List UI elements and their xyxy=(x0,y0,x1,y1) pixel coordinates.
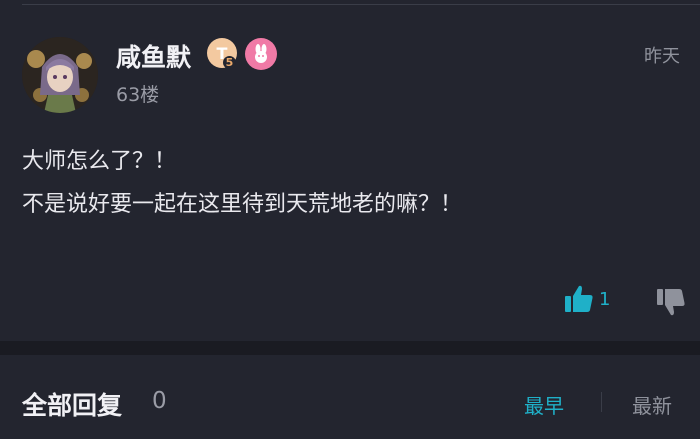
content-line: 大师怎么了？！ xyxy=(22,149,177,174)
thumbs-up-icon xyxy=(565,285,593,312)
like-count: 1 xyxy=(599,288,611,310)
floor-number: 63楼 xyxy=(116,84,160,106)
like-button[interactable]: 1 xyxy=(563,283,610,315)
post-time: 昨天 xyxy=(644,46,680,67)
section-divider xyxy=(0,341,700,355)
level-badge-icon: T 5 xyxy=(207,38,237,69)
sort-divider xyxy=(601,392,602,412)
dislike-button[interactable] xyxy=(655,286,687,322)
avatar-image xyxy=(22,37,98,113)
replies-title: 全部回复 xyxy=(22,391,123,420)
username[interactable]: 咸鱼默 xyxy=(116,38,191,74)
content-line: 不是说好要一起在这里待到天荒地老的嘛？！ xyxy=(22,192,463,217)
sort-earliest-tab[interactable]: 最早 xyxy=(524,390,564,419)
avatar[interactable] xyxy=(22,37,98,113)
bunny-badge-icon xyxy=(245,38,277,70)
post-content: 大师怎么了？！ 不是说好要一起在这里待到天荒地老的嘛？！ xyxy=(22,140,462,226)
sort-latest-tab[interactable]: 最新 xyxy=(632,390,672,419)
top-divider xyxy=(22,4,700,5)
level-badge-number: 5 xyxy=(223,56,236,69)
thumbs-down-icon xyxy=(657,289,685,316)
replies-count: 0 xyxy=(152,388,167,414)
